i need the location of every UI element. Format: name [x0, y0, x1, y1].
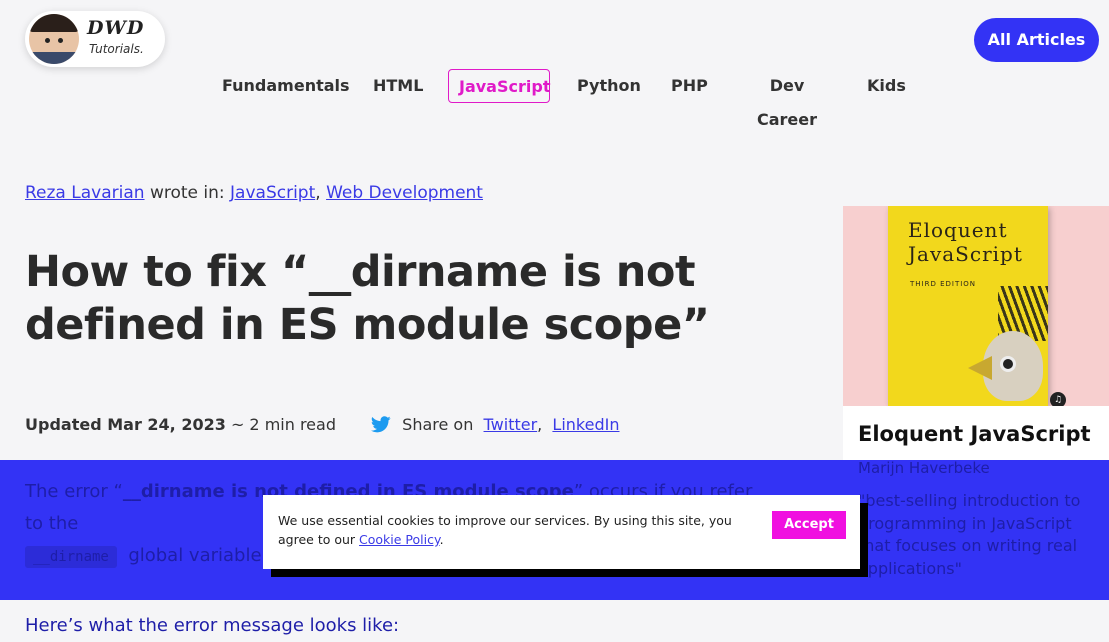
book-cover: Eloquent JavaScript THIRD EDITION: [888, 206, 1048, 406]
byline: Reza Lavarian wrote in: JavaScript, Web …: [25, 183, 483, 203]
book-description: "best-selling introduction to programmin…: [858, 491, 1081, 578]
nav-item-python[interactable]: Python: [577, 69, 641, 103]
category-link-web-development[interactable]: Web Development: [326, 183, 483, 203]
nav-item-kids[interactable]: Kids: [867, 69, 906, 103]
twitter-icon: [370, 416, 391, 437]
all-articles-button[interactable]: All Articles: [974, 18, 1099, 62]
bird-eye: [1000, 356, 1016, 372]
nav-item-html[interactable]: HTML: [373, 69, 423, 103]
byline-separator: ,: [315, 183, 321, 203]
logo-subtitle: Tutorials.: [89, 42, 144, 56]
share-section: Share on Twitter, LinkedIn: [370, 415, 619, 437]
cookie-period: .: [439, 532, 444, 547]
nav-item-fundamentals[interactable]: Fundamentals: [222, 69, 350, 103]
share-linkedin-link[interactable]: LinkedIn: [552, 415, 619, 434]
updated-date: Updated Mar 24, 2023: [25, 415, 226, 434]
bird-beak: [968, 356, 992, 380]
book-cover-edition: THIRD EDITION: [910, 280, 977, 288]
site-logo[interactable]: DWD Tutorials.: [25, 11, 165, 67]
body-text-cont: global variable: [128, 545, 262, 566]
cookie-message: We use essential cookies to improve our …: [278, 513, 732, 547]
share-separator: ,: [537, 415, 543, 434]
book-cover-title: Eloquent JavaScript: [908, 218, 1023, 266]
share-twitter-link[interactable]: Twitter: [484, 415, 538, 434]
logo-mark: DWD: [87, 17, 145, 39]
nav-item-php[interactable]: PHP: [671, 69, 708, 103]
page-title: How to fix “__dirname is not defined in …: [25, 247, 710, 350]
read-time: ~ 2 min read: [230, 415, 336, 434]
share-label: Share on: [402, 415, 474, 434]
inline-code: __dirname: [25, 546, 117, 568]
cookie-text: We use essential cookies to improve our …: [278, 511, 748, 549]
body-text-start: The error “: [25, 481, 123, 502]
author-link[interactable]: Reza Lavarian: [25, 183, 145, 203]
nav-item-dev-career[interactable]: Dev Career: [743, 69, 831, 129]
book-title[interactable]: Eloquent JavaScript: [858, 422, 1091, 446]
cookie-policy-link[interactable]: Cookie Policy: [359, 532, 440, 547]
avatar: [29, 14, 79, 64]
main-nav: Fundamentals HTML JavaScript Python PHP …: [0, 69, 1109, 129]
body-paragraph-2: Here’s what the error message looks like…: [25, 615, 400, 636]
category-link-javascript[interactable]: JavaScript: [230, 183, 315, 203]
book-author: Marijn Haverbeke: [858, 459, 990, 477]
article-meta: Updated Mar 24, 2023 ~ 2 min read Share …: [25, 415, 619, 437]
accept-button[interactable]: Accept: [772, 511, 846, 539]
cookie-banner: We use essential cookies to improve our …: [263, 495, 860, 569]
nav-item-javascript[interactable]: JavaScript: [448, 69, 550, 103]
byline-wrote-in: wrote in:: [149, 183, 225, 203]
